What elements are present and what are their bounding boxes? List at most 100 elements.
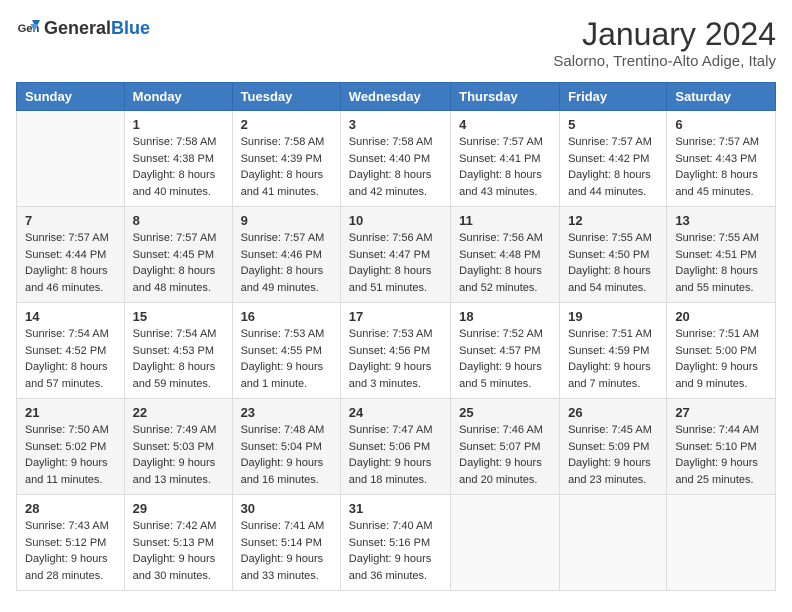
sunset-text: Sunset: 5:00 PM [675, 345, 756, 357]
calendar-day-cell: 25 Sunrise: 7:46 AM Sunset: 5:07 PM Dayl… [451, 399, 560, 495]
day-number: 23 [241, 405, 332, 420]
daylight-text: Daylight: 9 hours and 11 minutes. [25, 457, 108, 486]
calendar-day-cell: 17 Sunrise: 7:53 AM Sunset: 4:56 PM Dayl… [340, 303, 450, 399]
sunrise-text: Sunrise: 7:52 AM [459, 328, 543, 340]
sunset-text: Sunset: 4:52 PM [25, 345, 106, 357]
sunset-text: Sunset: 5:13 PM [133, 537, 214, 549]
day-number: 14 [25, 309, 116, 324]
calendar-day-cell: 1 Sunrise: 7:58 AM Sunset: 4:38 PM Dayli… [124, 111, 232, 207]
sunset-text: Sunset: 4:47 PM [349, 249, 430, 261]
sunrise-text: Sunrise: 7:55 AM [568, 232, 652, 244]
sunset-text: Sunset: 4:57 PM [459, 345, 540, 357]
sunrise-text: Sunrise: 7:44 AM [675, 424, 759, 436]
day-info: Sunrise: 7:54 AM Sunset: 4:53 PM Dayligh… [133, 326, 224, 392]
day-number: 22 [133, 405, 224, 420]
sunrise-text: Sunrise: 7:58 AM [133, 136, 217, 148]
calendar-day-cell: 3 Sunrise: 7:58 AM Sunset: 4:40 PM Dayli… [340, 111, 450, 207]
calendar-day-cell: 22 Sunrise: 7:49 AM Sunset: 5:03 PM Dayl… [124, 399, 232, 495]
day-info: Sunrise: 7:58 AM Sunset: 4:39 PM Dayligh… [241, 134, 332, 200]
calendar-day-cell: 20 Sunrise: 7:51 AM Sunset: 5:00 PM Dayl… [667, 303, 776, 399]
sunset-text: Sunset: 4:38 PM [133, 153, 214, 165]
day-number: 28 [25, 501, 116, 516]
sunrise-text: Sunrise: 7:41 AM [241, 520, 325, 532]
daylight-text: Daylight: 9 hours and 1 minute. [241, 361, 324, 390]
calendar-day-cell: 19 Sunrise: 7:51 AM Sunset: 4:59 PM Dayl… [560, 303, 667, 399]
sunrise-text: Sunrise: 7:57 AM [675, 136, 759, 148]
sunset-text: Sunset: 5:10 PM [675, 441, 756, 453]
daylight-text: Daylight: 8 hours and 46 minutes. [25, 265, 108, 294]
sunrise-text: Sunrise: 7:57 AM [241, 232, 325, 244]
daylight-text: Daylight: 8 hours and 41 minutes. [241, 169, 324, 198]
sunset-text: Sunset: 4:39 PM [241, 153, 322, 165]
day-info: Sunrise: 7:53 AM Sunset: 4:56 PM Dayligh… [349, 326, 442, 392]
calendar-day-cell: 29 Sunrise: 7:42 AM Sunset: 5:13 PM Dayl… [124, 495, 232, 591]
day-info: Sunrise: 7:46 AM Sunset: 5:07 PM Dayligh… [459, 422, 551, 488]
day-number: 10 [349, 213, 442, 228]
sunrise-text: Sunrise: 7:45 AM [568, 424, 652, 436]
calendar-week-row: 7 Sunrise: 7:57 AM Sunset: 4:44 PM Dayli… [17, 207, 776, 303]
day-info: Sunrise: 7:56 AM Sunset: 4:47 PM Dayligh… [349, 230, 442, 296]
day-number: 4 [459, 117, 551, 132]
daylight-text: Daylight: 8 hours and 45 minutes. [675, 169, 758, 198]
day-number: 3 [349, 117, 442, 132]
calendar-day-cell: 7 Sunrise: 7:57 AM Sunset: 4:44 PM Dayli… [17, 207, 125, 303]
day-info: Sunrise: 7:58 AM Sunset: 4:38 PM Dayligh… [133, 134, 224, 200]
calendar-day-cell [17, 111, 125, 207]
month-title: January 2024 [553, 16, 776, 53]
daylight-text: Daylight: 9 hours and 33 minutes. [241, 553, 324, 582]
day-of-week-header: Tuesday [232, 83, 340, 111]
day-number: 26 [568, 405, 658, 420]
day-number: 6 [675, 117, 767, 132]
sunrise-text: Sunrise: 7:57 AM [568, 136, 652, 148]
sunset-text: Sunset: 5:16 PM [349, 537, 430, 549]
calendar-header-row: SundayMondayTuesdayWednesdayThursdayFrid… [17, 83, 776, 111]
calendar-day-cell: 30 Sunrise: 7:41 AM Sunset: 5:14 PM Dayl… [232, 495, 340, 591]
sunrise-text: Sunrise: 7:55 AM [675, 232, 759, 244]
daylight-text: Daylight: 9 hours and 9 minutes. [675, 361, 758, 390]
sunrise-text: Sunrise: 7:43 AM [25, 520, 109, 532]
day-of-week-header: Friday [560, 83, 667, 111]
sunrise-text: Sunrise: 7:49 AM [133, 424, 217, 436]
calendar-week-row: 21 Sunrise: 7:50 AM Sunset: 5:02 PM Dayl… [17, 399, 776, 495]
daylight-text: Daylight: 8 hours and 49 minutes. [241, 265, 324, 294]
sunrise-text: Sunrise: 7:57 AM [25, 232, 109, 244]
sunrise-text: Sunrise: 7:51 AM [568, 328, 652, 340]
sunrise-text: Sunrise: 7:50 AM [25, 424, 109, 436]
daylight-text: Daylight: 8 hours and 48 minutes. [133, 265, 216, 294]
day-info: Sunrise: 7:44 AM Sunset: 5:10 PM Dayligh… [675, 422, 767, 488]
sunrise-text: Sunrise: 7:57 AM [133, 232, 217, 244]
calendar-day-cell: 15 Sunrise: 7:54 AM Sunset: 4:53 PM Dayl… [124, 303, 232, 399]
calendar-day-cell: 11 Sunrise: 7:56 AM Sunset: 4:48 PM Dayl… [451, 207, 560, 303]
sunset-text: Sunset: 4:44 PM [25, 249, 106, 261]
sunset-text: Sunset: 4:56 PM [349, 345, 430, 357]
day-info: Sunrise: 7:42 AM Sunset: 5:13 PM Dayligh… [133, 518, 224, 584]
day-number: 11 [459, 213, 551, 228]
calendar-day-cell: 5 Sunrise: 7:57 AM Sunset: 4:42 PM Dayli… [560, 111, 667, 207]
day-info: Sunrise: 7:57 AM Sunset: 4:45 PM Dayligh… [133, 230, 224, 296]
daylight-text: Daylight: 8 hours and 52 minutes. [459, 265, 542, 294]
calendar-day-cell: 24 Sunrise: 7:47 AM Sunset: 5:06 PM Dayl… [340, 399, 450, 495]
sunset-text: Sunset: 4:51 PM [675, 249, 756, 261]
sunrise-text: Sunrise: 7:42 AM [133, 520, 217, 532]
day-number: 21 [25, 405, 116, 420]
sunset-text: Sunset: 4:45 PM [133, 249, 214, 261]
calendar-day-cell: 28 Sunrise: 7:43 AM Sunset: 5:12 PM Dayl… [17, 495, 125, 591]
calendar-table: SundayMondayTuesdayWednesdayThursdayFrid… [16, 82, 776, 591]
day-info: Sunrise: 7:55 AM Sunset: 4:51 PM Dayligh… [675, 230, 767, 296]
daylight-text: Daylight: 9 hours and 5 minutes. [459, 361, 542, 390]
logo-text-blue: Blue [111, 18, 150, 38]
calendar-day-cell: 2 Sunrise: 7:58 AM Sunset: 4:39 PM Dayli… [232, 111, 340, 207]
day-info: Sunrise: 7:49 AM Sunset: 5:03 PM Dayligh… [133, 422, 224, 488]
logo: Gen GeneralBlue [16, 16, 150, 40]
sunset-text: Sunset: 5:06 PM [349, 441, 430, 453]
daylight-text: Daylight: 9 hours and 30 minutes. [133, 553, 216, 582]
sunset-text: Sunset: 5:04 PM [241, 441, 322, 453]
sunrise-text: Sunrise: 7:53 AM [349, 328, 433, 340]
daylight-text: Daylight: 9 hours and 18 minutes. [349, 457, 432, 486]
daylight-text: Daylight: 8 hours and 55 minutes. [675, 265, 758, 294]
calendar-day-cell [560, 495, 667, 591]
title-area: January 2024 Salorno, Trentino-Alto Adig… [553, 16, 776, 70]
day-of-week-header: Saturday [667, 83, 776, 111]
calendar-week-row: 1 Sunrise: 7:58 AM Sunset: 4:38 PM Dayli… [17, 111, 776, 207]
day-info: Sunrise: 7:57 AM Sunset: 4:42 PM Dayligh… [568, 134, 658, 200]
